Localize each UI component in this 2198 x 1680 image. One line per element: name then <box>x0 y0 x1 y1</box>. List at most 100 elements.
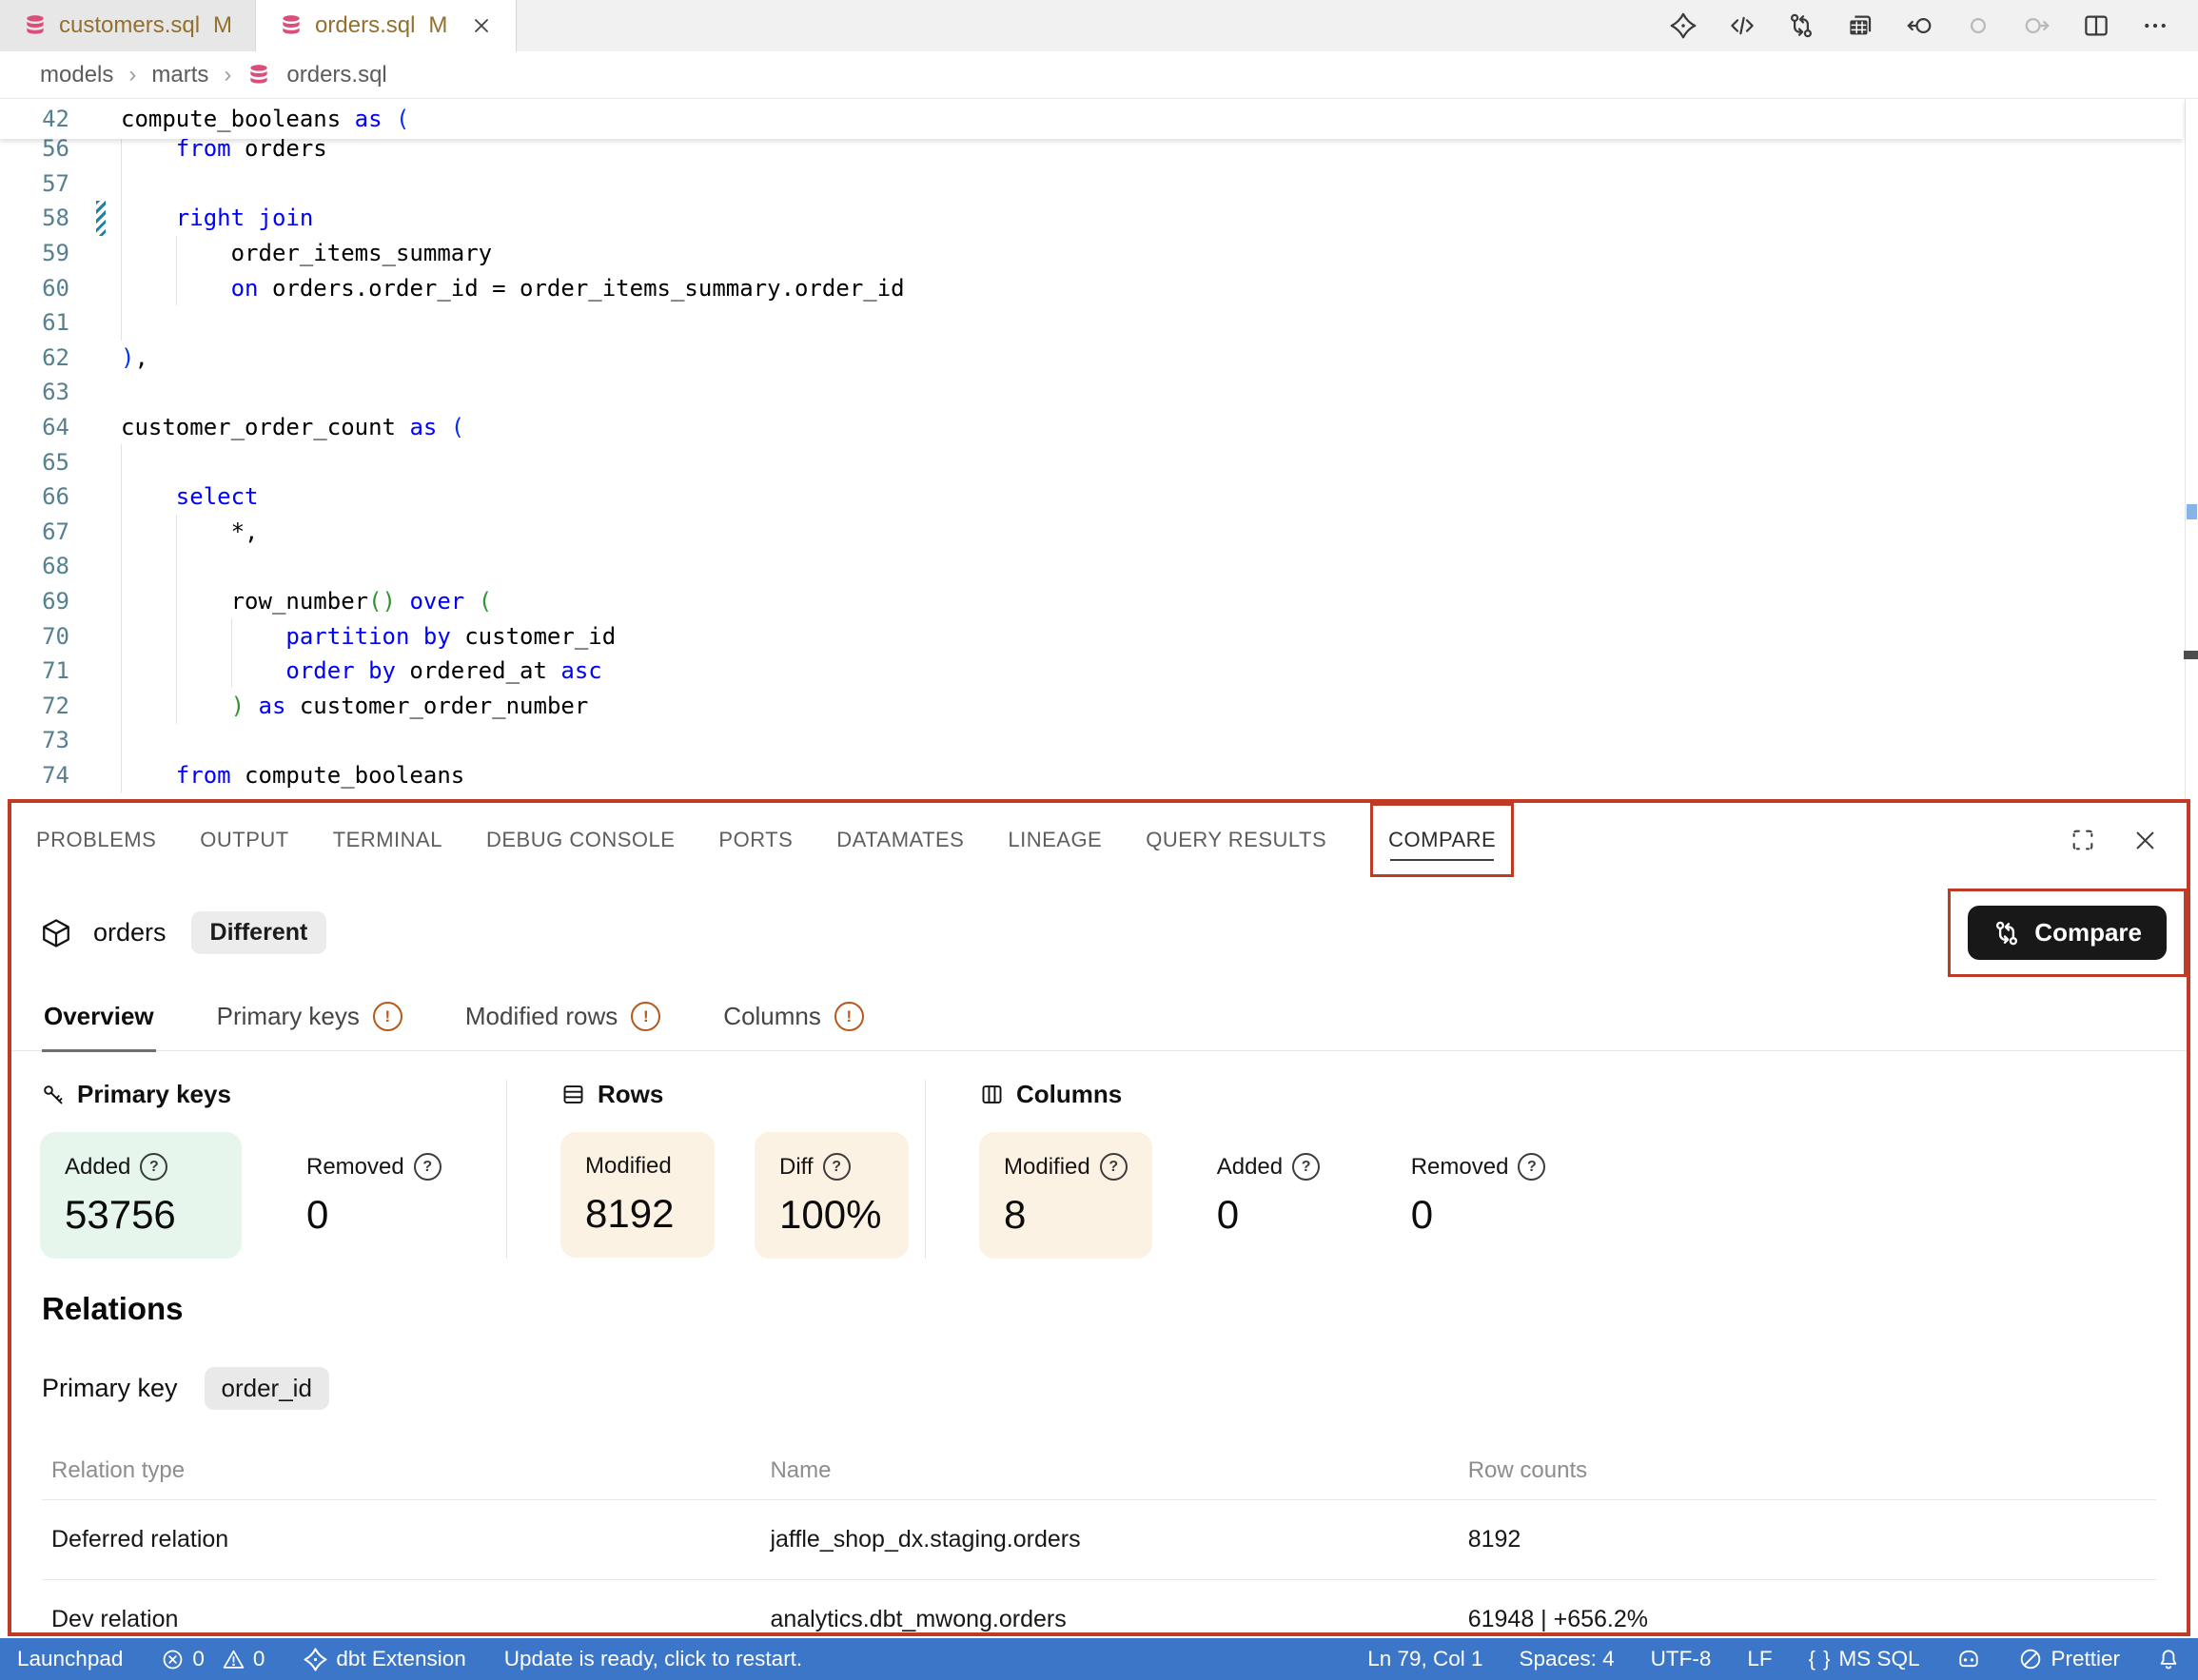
stat-section-title: Rows <box>560 1080 925 1109</box>
git-compare-icon[interactable] <box>1787 11 1815 40</box>
code-text: compute_booleans as ( <box>121 106 409 132</box>
panel-tab-compare[interactable]: COMPARE <box>1388 806 1496 874</box>
breadcrumb-item[interactable]: orders.sql <box>286 62 386 88</box>
stat-card-label: Removed? <box>306 1153 442 1181</box>
status-bar-item[interactable]: Spaces: 4 <box>1520 1647 1615 1671</box>
code-line: 66 select <box>0 479 2198 515</box>
db-icon <box>279 13 304 38</box>
stat-card-label-text: Added <box>1217 1154 1283 1181</box>
stat-card-label: Removed? <box>1411 1153 1546 1181</box>
prettier-icon: Prettier <box>2018 1647 2120 1671</box>
status-bar-item[interactable]: 00 <box>161 1647 265 1671</box>
line-number: 73 <box>0 727 69 753</box>
breadcrumb-item[interactable]: marts <box>151 62 208 88</box>
line-number: 64 <box>0 414 69 440</box>
panel-header-actions <box>2070 803 2162 877</box>
help-icon[interactable]: ? <box>414 1153 442 1181</box>
stat-card-label-text: Added <box>65 1154 130 1181</box>
status-bar-item[interactable]: Update is ready, click to restart. <box>504 1647 802 1671</box>
code-editor[interactable]: 56 from orders5758 right join59 order_it… <box>0 99 2198 799</box>
line-number: 61 <box>0 309 69 336</box>
help-icon[interactable]: ? <box>1292 1153 1320 1181</box>
code-text: customer_order_count as ( <box>121 414 464 440</box>
navigate-back-icon[interactable] <box>1905 11 1933 40</box>
code-text: right join <box>121 205 313 231</box>
status-bar: Launchpad 00 dbt Extension Update is ready,… <box>0 1638 2198 1680</box>
compare-subtabs: Overview Primary keys! Modified rows! Colum… <box>11 987 2187 1051</box>
subtab-overview[interactable]: Overview <box>42 987 156 1050</box>
stat-cards: Modified8192Diff?100% <box>560 1132 925 1259</box>
help-icon[interactable]: ? <box>823 1153 851 1181</box>
line-number: 60 <box>0 275 69 302</box>
modified-indicator: M <box>428 12 447 39</box>
breadcrumb-item[interactable]: models <box>40 62 113 88</box>
line-number: 56 <box>0 135 69 162</box>
stat-card-value: 100% <box>779 1192 884 1238</box>
editor-tab-orders.sql[interactable]: orders.sqlM <box>256 0 517 51</box>
split-editor-icon[interactable] <box>2082 11 2110 40</box>
more-actions-icon[interactable] <box>2141 11 2169 40</box>
panel-tab-terminal[interactable]: TERMINAL <box>333 803 442 877</box>
table-row: Dev relationanalytics.dbt_mwong.orders61… <box>42 1580 2156 1637</box>
status-bar-item[interactable]: dbt Extension <box>303 1647 465 1672</box>
line-number: 74 <box>0 762 69 789</box>
help-icon[interactable]: ? <box>1518 1153 1545 1181</box>
subtab-label: Overview <box>44 1002 154 1031</box>
status-bar-item[interactable] <box>1955 1646 1982 1672</box>
line-number: 62 <box>0 344 69 371</box>
stat-cards: Added?53756Removed?0 <box>40 1132 506 1259</box>
vscode-window: customers.sqlMorders.sqlM models›marts›o… <box>0 0 2198 1680</box>
stat-card-value: 8 <box>1004 1192 1128 1238</box>
relations-column-header: Row counts <box>1459 1442 2156 1500</box>
panel-tab-output[interactable]: OUTPUT <box>200 803 288 877</box>
line-number: 72 <box>0 693 69 719</box>
code-text: ), <box>121 344 148 371</box>
stat-card-label-text: Modified <box>1004 1154 1090 1181</box>
data-preview-icon[interactable] <box>1846 11 1874 40</box>
warning-icon: 0 <box>222 1647 265 1671</box>
close-panel-icon[interactable] <box>2132 828 2158 853</box>
panel-tab-ports[interactable]: PORTS <box>718 803 793 877</box>
code-text: ) as customer_order_number <box>121 693 588 719</box>
primary-key-label: Primary key <box>42 1374 178 1403</box>
bottom-panel: PROBLEMS OUTPUT TERMINAL DEBUG CONSOLE PORTS… <box>8 799 2190 1636</box>
status-bar-item[interactable]: { }MS SQL <box>1809 1647 1920 1671</box>
status-text: Update is ready, click to restart. <box>504 1647 802 1671</box>
status-bar-item[interactable]: UTF-8 <box>1651 1647 1712 1671</box>
status-bar-item[interactable]: Prettier <box>2018 1647 2120 1671</box>
editor-tab-customers.sql[interactable]: customers.sqlM <box>0 0 256 51</box>
code-line: 73 <box>0 723 2198 758</box>
stat-card-removed: Removed? 0 <box>1386 1132 1571 1259</box>
status-bar-item[interactable] <box>2156 1647 2181 1671</box>
line-number: 58 <box>0 205 69 231</box>
subtab-primary-keys[interactable]: Primary keys! <box>215 987 404 1050</box>
status-bar-item[interactable]: Ln 79, Col 1 <box>1367 1647 1482 1671</box>
code-text: order by ordered_at asc <box>121 657 602 684</box>
warning-circle-icon: ! <box>834 1002 864 1031</box>
subtab-columns[interactable]: Columns! <box>721 987 866 1050</box>
stat-card-modified: Modified? 8 <box>979 1132 1152 1259</box>
help-icon[interactable]: ? <box>1100 1153 1128 1181</box>
panel-tab-problems[interactable]: PROBLEMS <box>36 803 156 877</box>
panel-tab-datamates[interactable]: DATAMATES <box>836 803 964 877</box>
subtab-modified-rows[interactable]: Modified rows! <box>463 987 662 1050</box>
panel-tab-debug-console[interactable]: DEBUG CONSOLE <box>486 803 675 877</box>
panel-tab-query-results[interactable]: QUERY RESULTS <box>1146 803 1326 877</box>
code-icon[interactable] <box>1728 11 1756 40</box>
line-number: 70 <box>0 623 69 650</box>
stat-section-title-label: Rows <box>598 1080 663 1109</box>
line-number: 65 <box>0 449 69 476</box>
help-icon[interactable]: ? <box>140 1153 167 1181</box>
cube-icon <box>40 917 72 949</box>
braces-icon: { }MS SQL <box>1809 1647 1920 1671</box>
maximize-panel-icon[interactable] <box>2070 827 2096 853</box>
status-bar-item[interactable]: LF <box>1747 1647 1772 1671</box>
subtab-label: Columns <box>723 1002 821 1031</box>
panel-tab-lineage[interactable]: LINEAGE <box>1008 803 1102 877</box>
close-tab-icon[interactable] <box>470 14 493 37</box>
compare-button[interactable]: Compare <box>1968 906 2167 960</box>
stat-card-value: 0 <box>1411 1192 1546 1238</box>
status-text: Ln 79, Col 1 <box>1367 1647 1482 1671</box>
status-bar-item[interactable]: Launchpad <box>17 1647 123 1671</box>
dbt-icon[interactable] <box>1669 11 1698 40</box>
